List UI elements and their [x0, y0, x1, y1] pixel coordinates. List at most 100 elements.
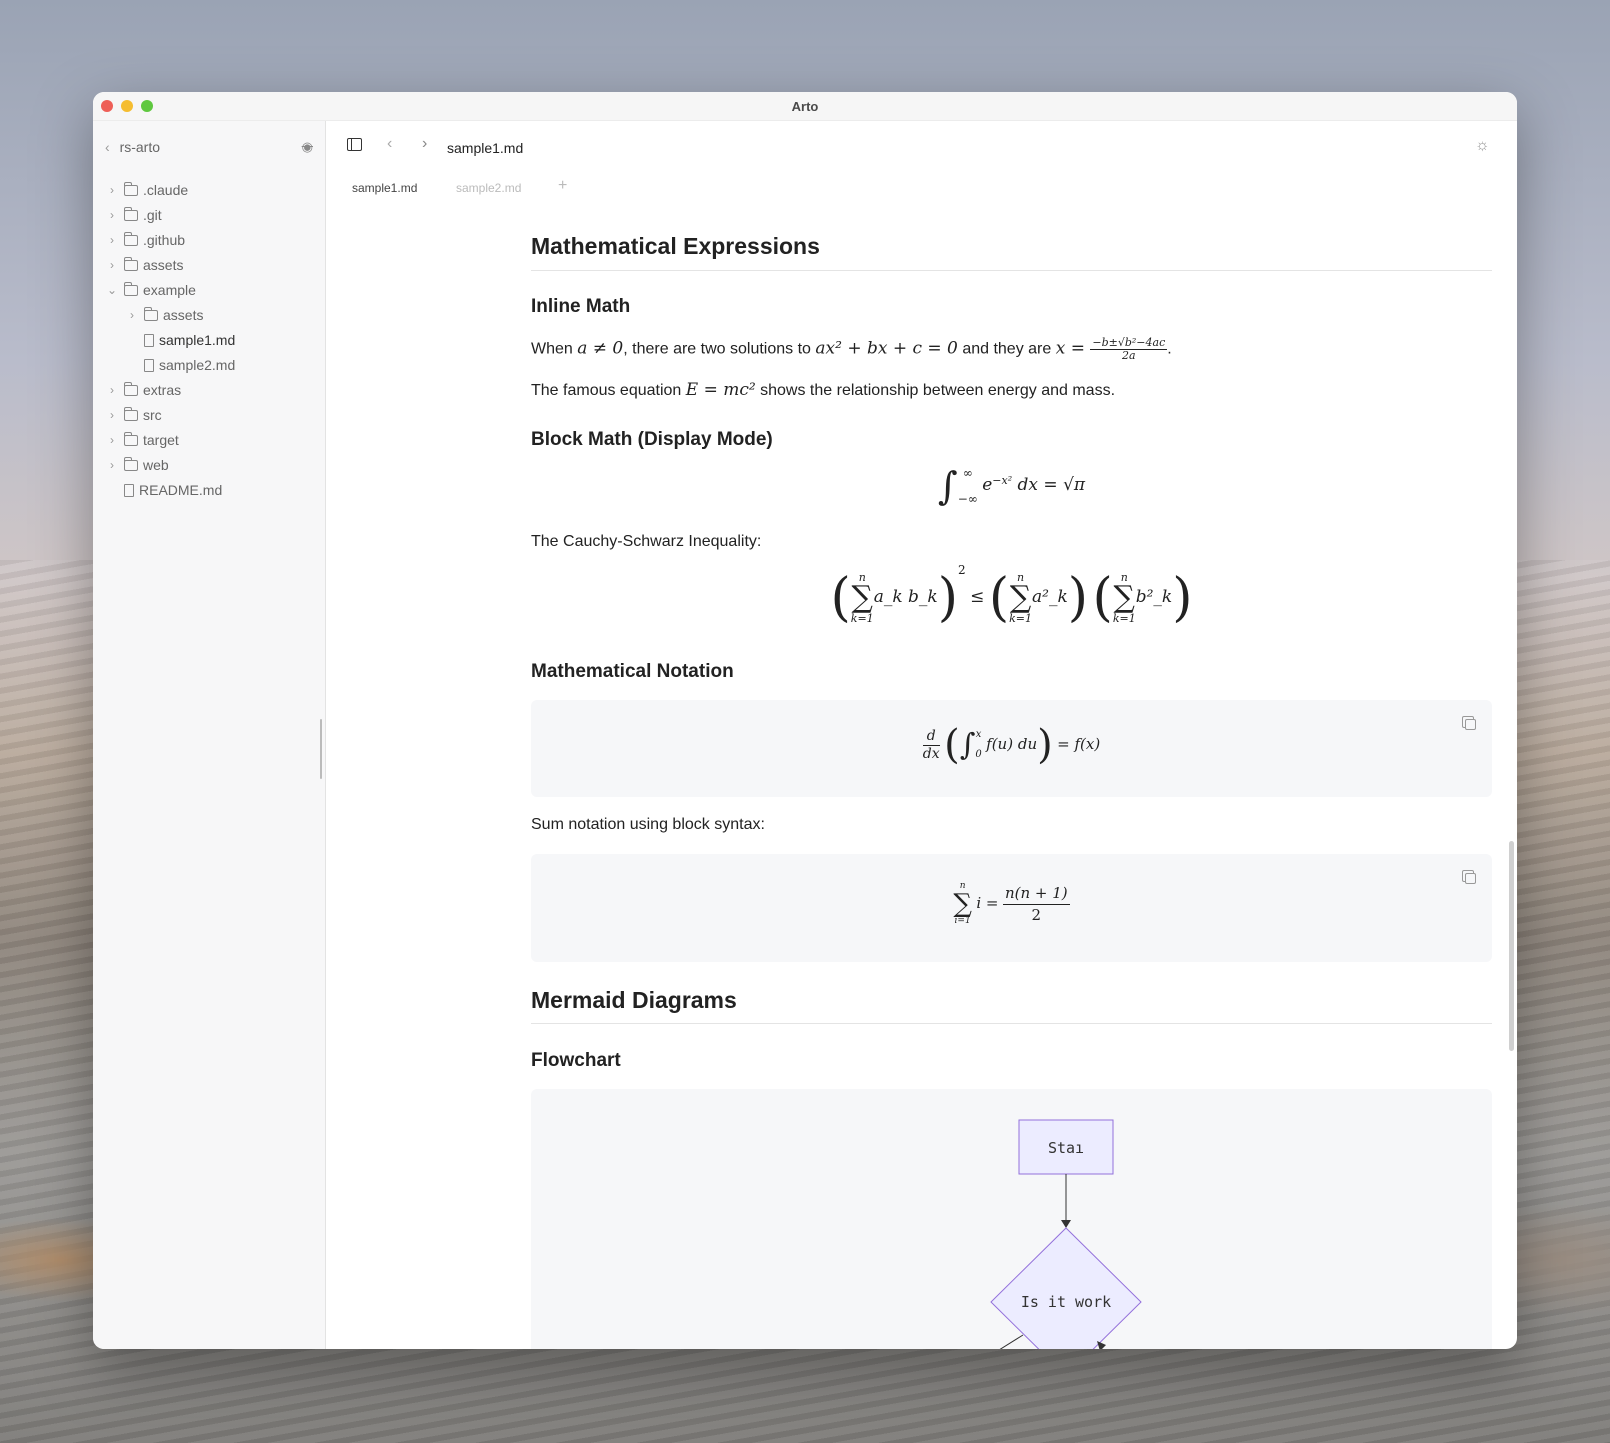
root-folder-name[interactable]: rs-arto — [120, 139, 160, 155]
folder-icon — [124, 456, 138, 471]
math: i = — [976, 894, 999, 913]
paren: ) — [937, 567, 959, 628]
tree-item-sample2-md[interactable]: sample2.md — [125, 354, 235, 376]
folder-icon — [124, 381, 138, 396]
sum: n ∑ i=1 — [953, 882, 972, 926]
chevron-right-icon[interactable]: › — [125, 308, 139, 322]
fraction: d dx — [922, 728, 940, 763]
upper-limit: x — [975, 729, 982, 740]
sum: n ∑ k=1 — [1009, 572, 1032, 624]
tree-item-assets[interactable]: › assets — [105, 254, 183, 276]
tree-item--git[interactable]: › .git — [105, 204, 162, 226]
chevron-right-icon[interactable]: › — [105, 383, 119, 397]
sidebar-resize-handle[interactable] — [320, 719, 322, 779]
math: = f(x) — [1057, 735, 1101, 754]
chevron-right-icon[interactable]: › — [105, 183, 119, 197]
folder-icon — [124, 181, 138, 196]
heading-flowchart: Flowchart — [531, 1050, 621, 1071]
numerator: n(n + 1) — [1002, 883, 1070, 905]
text: shows the relationship between energy an… — [755, 382, 1116, 399]
tab-sample2[interactable]: sample2.md — [456, 181, 521, 195]
folder-icon — [124, 231, 138, 246]
back-chevron-icon[interactable]: ‹ — [105, 139, 110, 155]
folder-icon — [124, 406, 138, 421]
forward-icon[interactable]: › — [422, 135, 427, 153]
folder-icon — [124, 256, 138, 271]
lower-limit: 0 — [975, 749, 982, 760]
app-window: Arto ‹ rs-arto ◉ › .claude › .git › .github › a… — [93, 92, 1517, 1349]
tree-item-label: sample2.md — [159, 357, 236, 373]
tree-item-assets[interactable]: › assets — [125, 304, 203, 326]
decision-node[interactable] — [990, 1227, 1142, 1349]
tree-item-extras[interactable]: › extras — [105, 379, 181, 401]
tree-item-readme-md[interactable]: README.md — [105, 479, 222, 501]
numerator: d — [922, 728, 940, 746]
back-icon[interactable]: ‹ — [387, 135, 392, 153]
math: e — [982, 475, 993, 496]
text: . — [1167, 340, 1172, 358]
flowchart-svg: Staı Is it work — [990, 1119, 1142, 1349]
chevron-down-icon[interactable]: ⌄ — [105, 283, 119, 297]
tree-item-label: .git — [143, 207, 162, 223]
heading-rule — [531, 1023, 1492, 1024]
tree-item-src[interactable]: › src — [105, 404, 162, 426]
math: dx = √π — [1012, 475, 1086, 496]
sigma: ∑ — [1009, 579, 1032, 615]
chevron-right-icon[interactable]: › — [105, 258, 119, 272]
tree-item-label: target — [143, 432, 179, 448]
text: When — [531, 340, 578, 358]
tree-item--claude[interactable]: › .claude — [105, 179, 188, 201]
tree-item-example[interactable]: ⌄ example — [105, 279, 196, 301]
copy-icon[interactable] — [1462, 870, 1476, 884]
math: x = — [1055, 338, 1091, 359]
gaussian-integral: ∫ ∞ −∞ e−x² dx = √π — [531, 460, 1492, 520]
folder-icon — [124, 206, 138, 221]
denominator: 2a — [1122, 349, 1136, 362]
new-tab-plus-icon[interactable]: + — [558, 177, 567, 195]
tree-item-web[interactable]: › web — [105, 454, 169, 476]
chevron-right-icon[interactable]: › — [105, 208, 119, 222]
math: a²_k — [1032, 587, 1068, 607]
mermaid-flowchart: Staı Is it work — [531, 1089, 1492, 1349]
file-sidebar: ‹ rs-arto ◉ › .claude › .git › .github › assets… — [93, 121, 326, 1349]
sigma: ∑ — [953, 889, 972, 919]
paren: ( — [1092, 567, 1113, 628]
paren: ) — [1067, 567, 1089, 628]
cauchy-label: The Cauchy-Schwarz Inequality: — [531, 533, 762, 550]
tree-item-target[interactable]: › target — [105, 429, 179, 451]
tree-item-label: example — [143, 282, 196, 298]
chevron-right-icon[interactable]: › — [105, 408, 119, 422]
hide-eye-icon[interactable]: ◉ — [302, 139, 313, 155]
fraction: −b±√b²−4ac 2a — [1090, 337, 1168, 362]
math: f(u) du — [986, 735, 1038, 754]
folder-icon — [144, 306, 158, 321]
toggle-sidebar-icon[interactable] — [347, 138, 362, 151]
tree-item-label: sample1.md — [159, 332, 236, 348]
tree-item-label: .claude — [143, 182, 189, 198]
file-icon — [144, 358, 154, 372]
title-bar: Arto — [93, 92, 1517, 121]
window-title: Arto — [791, 99, 819, 114]
light-theme-icon[interactable]: ☼ — [1475, 137, 1490, 155]
tree-item-sample1-md[interactable]: sample1.md — [125, 329, 235, 351]
tree-item-label: web — [143, 457, 169, 473]
paren: ( — [988, 567, 1010, 628]
chevron-right-icon[interactable]: › — [105, 433, 119, 447]
heading-math-notation: Mathematical Notation — [531, 661, 734, 682]
chevron-right-icon[interactable]: › — [105, 458, 119, 472]
exponent: 2 — [958, 563, 966, 577]
integral-sign: ∫ — [959, 727, 976, 763]
tree-item--github[interactable]: › .github — [105, 229, 185, 251]
file-icon — [144, 333, 154, 347]
content-scrollbar[interactable] — [1509, 841, 1514, 1051]
tab-sample1[interactable]: sample1.md — [352, 181, 417, 195]
math: b²_k — [1135, 587, 1173, 607]
math: a_k b_k — [873, 587, 938, 607]
heading-inline-math: Inline Math — [531, 296, 631, 317]
chevron-right-icon[interactable]: › — [105, 233, 119, 247]
sum-notation-label: Sum notation using block syntax: — [531, 816, 765, 833]
sum: n ∑ k=1 — [851, 572, 874, 624]
folder-icon — [124, 281, 138, 296]
paren: ) — [1172, 567, 1193, 628]
tree-item-label: README.md — [139, 482, 223, 498]
